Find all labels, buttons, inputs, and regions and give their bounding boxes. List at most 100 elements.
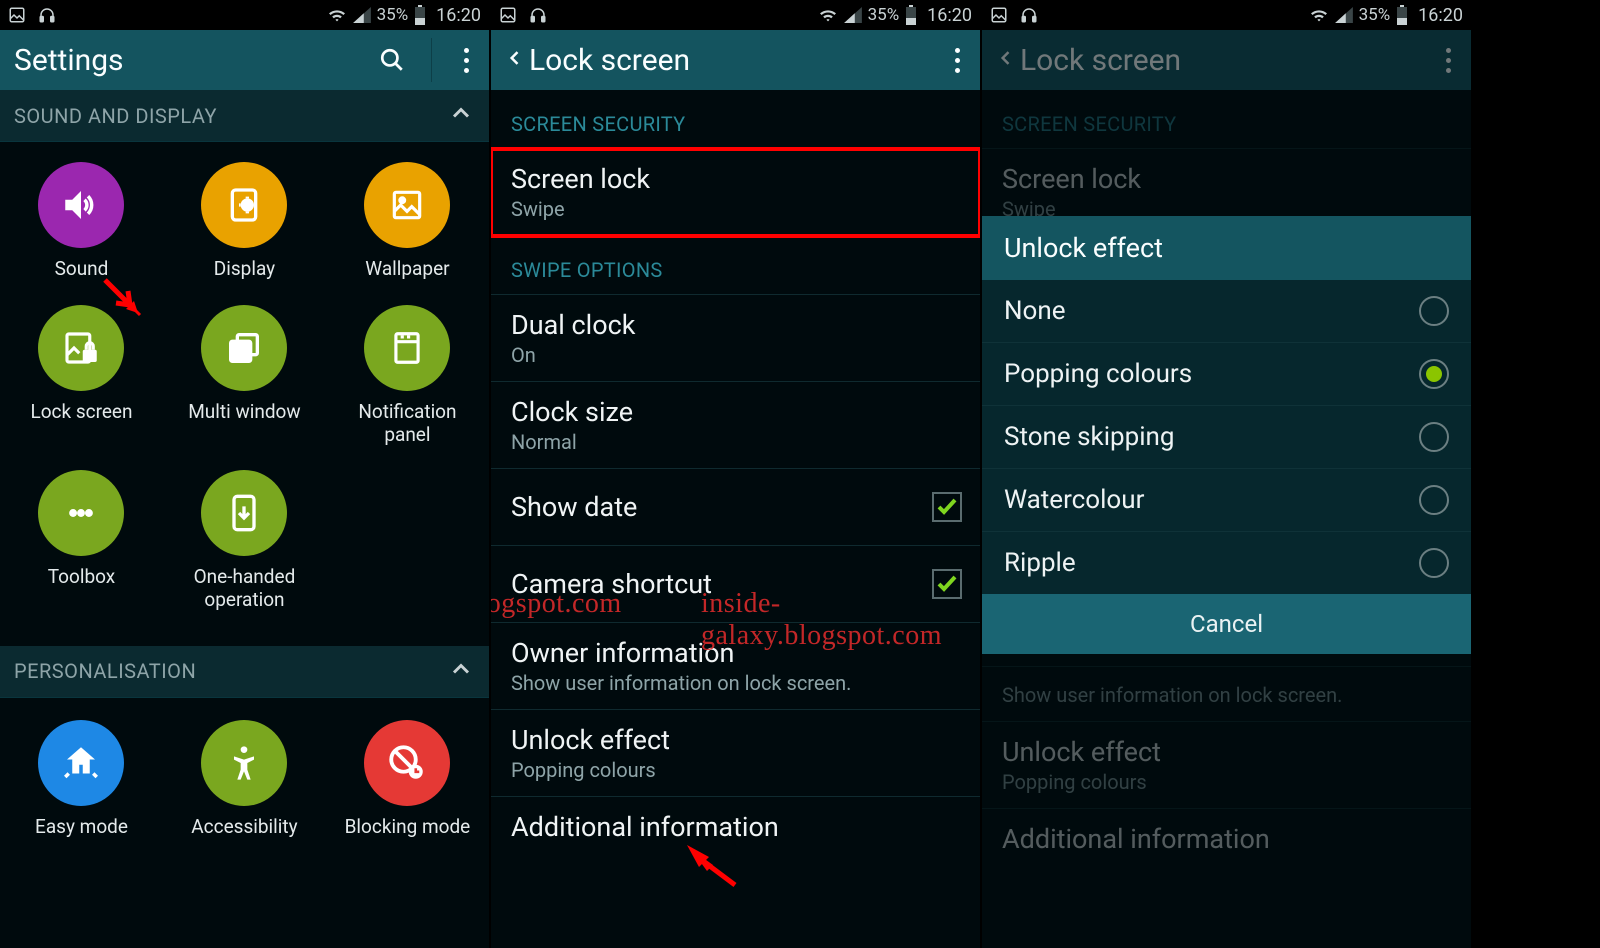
cell-blockingmode[interactable]: Blocking mode: [326, 720, 489, 839]
item-dual-clock[interactable]: Dual clock On: [491, 295, 980, 382]
cell-label: Sound: [55, 258, 109, 281]
cell-notification-panel[interactable]: Notification panel: [326, 305, 489, 447]
item-unlock-effect[interactable]: Unlock effect Popping colours: [491, 710, 980, 797]
cell-sound[interactable]: Sound: [0, 162, 163, 281]
search-icon[interactable]: [379, 47, 405, 73]
option-label: None: [1004, 296, 1066, 326]
wifi-icon: [1309, 7, 1329, 23]
cell-label: Lock screen: [30, 401, 132, 424]
battery-pct: 35%: [377, 5, 409, 25]
section-personalisation[interactable]: PERSONALISATION: [0, 646, 489, 698]
multiwindow-icon: [201, 305, 287, 391]
battery-pct: 35%: [1359, 5, 1391, 25]
page-title: Lock screen: [1020, 43, 1181, 78]
radio-icon: [1419, 422, 1449, 452]
item-title: Show date: [511, 491, 960, 523]
item-title: Screen lock: [1002, 163, 1451, 195]
option-label: Watercolour: [1004, 485, 1144, 515]
action-bar: Lock screen: [982, 30, 1471, 90]
cell-label: Multi window: [188, 401, 300, 424]
picture-icon: [8, 6, 26, 24]
item-subtitle: Show user information on lock screen.: [1002, 683, 1451, 707]
clock-time: 16:20: [927, 5, 972, 26]
category-swipe-options: SWIPE OPTIONS: [491, 236, 980, 295]
chevron-left-icon: [996, 43, 1016, 77]
item-subtitle: Swipe: [511, 197, 960, 221]
cell-label: Wallpaper: [365, 258, 449, 281]
option-popping-colours[interactable]: Popping colours: [982, 343, 1471, 406]
panel-lockscreen-dialog: 35% 16:20 Lock screen SCREEN SECURITY Sc…: [982, 0, 1471, 948]
settings-grid: Sound Display Wallpaper Lock screen Mult…: [0, 142, 489, 646]
section-sound-display[interactable]: SOUND AND DISPLAY: [0, 90, 489, 142]
action-bar: Settings: [0, 30, 489, 90]
overflow-menu-icon: [1440, 48, 1457, 73]
cell-label: Toolbox: [48, 566, 115, 589]
cell-lockscreen[interactable]: Lock screen: [0, 305, 163, 447]
page-title: Settings: [14, 43, 124, 78]
signal-icon: [353, 7, 371, 23]
blockingmode-icon: [364, 720, 450, 806]
option-watercolour[interactable]: Watercolour: [982, 469, 1471, 532]
category-screen-security: SCREEN SECURITY: [982, 90, 1471, 149]
signal-icon: [1335, 7, 1353, 23]
signal-icon: [844, 7, 862, 23]
item-subtitle: Normal: [511, 430, 960, 454]
wallpaper-icon: [364, 162, 450, 248]
checkbox-checked-icon[interactable]: [932, 569, 962, 599]
item-owner-info[interactable]: Owner information Show user information …: [491, 623, 980, 710]
easymode-icon: [38, 720, 124, 806]
cell-multiwindow[interactable]: Multi window: [163, 305, 326, 447]
page-title: Lock screen: [529, 43, 690, 78]
item-title: Dual clock: [511, 309, 960, 341]
cell-display[interactable]: Display: [163, 162, 326, 281]
item-title: Additional information: [1002, 823, 1451, 855]
back-button[interactable]: Lock screen: [505, 43, 690, 78]
dialog-title: Unlock effect: [982, 216, 1471, 280]
overflow-menu-icon[interactable]: [949, 48, 966, 73]
picture-icon: [990, 6, 1008, 24]
cell-onehanded[interactable]: One-handed operation: [163, 470, 326, 612]
lockscreen-icon: [38, 305, 124, 391]
cell-label: Blocking mode: [345, 816, 471, 839]
chevron-left-icon: [505, 43, 525, 77]
cell-toolbox[interactable]: Toolbox: [0, 470, 163, 612]
radio-icon: [1419, 548, 1449, 578]
panel-settings: 35% 16:20 Settings SOUND AND DISPLAY Sou…: [0, 0, 489, 948]
item-camera-shortcut[interactable]: Camera shortcut: [491, 546, 980, 623]
option-ripple[interactable]: Ripple: [982, 532, 1471, 594]
option-none[interactable]: None: [982, 280, 1471, 343]
item-unlock-effect: Unlock effect Popping colours: [982, 722, 1471, 809]
clock-time: 16:20: [436, 5, 481, 26]
dialog-unlock-effect: Unlock effect None Popping colours Stone…: [982, 216, 1471, 654]
cell-label: Accessibility: [191, 816, 297, 839]
item-show-date[interactable]: Show date: [491, 469, 980, 546]
action-bar: Lock screen: [491, 30, 980, 90]
cell-accessibility[interactable]: Accessibility: [163, 720, 326, 839]
headphones-icon: [1020, 6, 1038, 24]
onehanded-icon: [201, 470, 287, 556]
item-additional-info: Additional information: [982, 809, 1471, 869]
item-screen-lock[interactable]: Screen lock Swipe: [491, 149, 980, 236]
item-additional-info[interactable]: Additional information: [491, 797, 980, 851]
wifi-icon: [327, 7, 347, 23]
checkbox-checked-icon[interactable]: [932, 492, 962, 522]
battery-icon: [905, 5, 917, 25]
picture-icon: [499, 6, 517, 24]
overflow-menu-icon[interactable]: [458, 48, 475, 73]
cancel-button[interactable]: Cancel: [982, 594, 1471, 654]
cell-wallpaper[interactable]: Wallpaper: [326, 162, 489, 281]
item-title: Additional information: [511, 811, 960, 843]
wifi-icon: [818, 7, 838, 23]
radio-selected-icon: [1419, 359, 1449, 389]
cell-easymode[interactable]: Easy mode: [0, 720, 163, 839]
item-subtitle: Show user information on lock screen.: [511, 671, 960, 695]
item-title: Owner information: [511, 637, 960, 669]
chevron-up-icon: [447, 655, 475, 688]
item-clock-size[interactable]: Clock size Normal: [491, 382, 980, 469]
sound-icon: [38, 162, 124, 248]
clock-time: 16:20: [1418, 5, 1463, 26]
option-label: Ripple: [1004, 548, 1076, 578]
toolbox-icon: [38, 470, 124, 556]
option-stone-skipping[interactable]: Stone skipping: [982, 406, 1471, 469]
status-bar: 35% 16:20: [982, 0, 1471, 30]
